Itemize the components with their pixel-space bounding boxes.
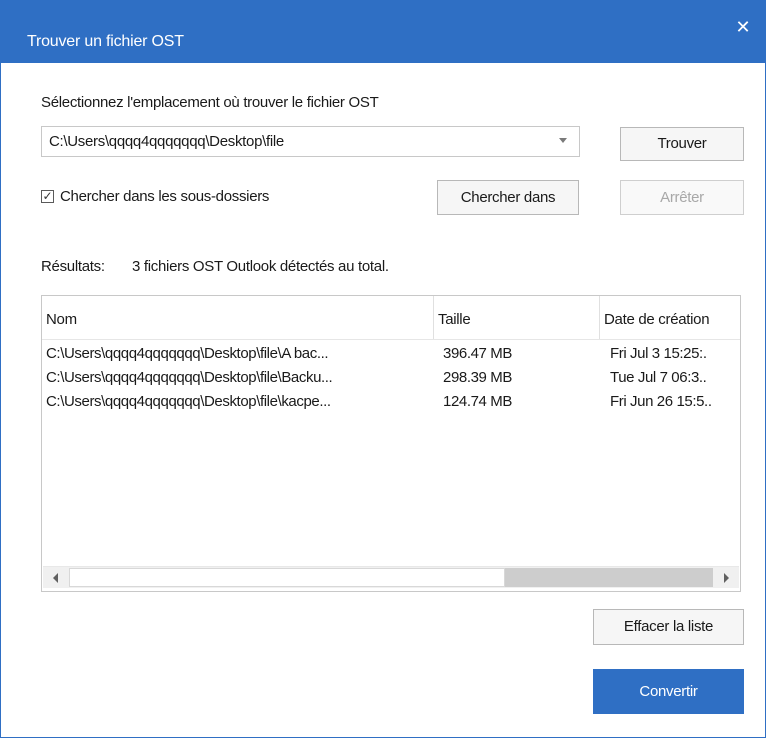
scrollbar-thumb[interactable]: [69, 568, 505, 587]
chevron-down-icon[interactable]: [559, 138, 567, 143]
row-date-cell: Fri Jul 3 15:25:.: [610, 345, 707, 362]
convert-button[interactable]: Convertir: [593, 669, 744, 714]
search-in-button[interactable]: Chercher dans: [437, 180, 579, 215]
column-header-label: Taille: [438, 311, 471, 328]
results-table[interactable]: Nom Taille Date de création C:\Users\qqq…: [41, 295, 741, 592]
row-name-cell: C:\Users\qqqq4qqqqqqq\Desktop\file\Backu…: [46, 369, 333, 386]
subfolders-label: Chercher dans les sous-dossiers: [60, 188, 270, 205]
find-button[interactable]: Trouver: [620, 127, 744, 161]
row-name-cell: C:\Users\qqqq4qqqqqqq\Desktop\file\kacpe…: [46, 393, 331, 410]
clear-list-button[interactable]: Effacer la liste: [593, 609, 744, 645]
scroll-left-icon[interactable]: [53, 573, 58, 583]
column-header-size[interactable]: Taille: [434, 296, 600, 339]
column-header-label: Date de création: [604, 311, 710, 328]
table-header: Nom Taille Date de création: [42, 296, 740, 340]
table-row[interactable]: C:\Users\qqqq4qqqqqqq\Desktop\file\A bac…: [42, 342, 740, 366]
close-icon[interactable]: ✕: [734, 18, 752, 36]
row-date-cell: Tue Jul 7 06:3..: [610, 369, 707, 386]
row-date-cell: Fri Jun 26 15:5..: [610, 393, 712, 410]
column-header-date[interactable]: Date de création: [600, 296, 740, 339]
horizontal-scrollbar[interactable]: [43, 566, 739, 588]
row-name-cell: C:\Users\qqqq4qqqqqqq\Desktop\file\A bac…: [46, 345, 329, 362]
dialog-title: Trouver un fichier OST: [27, 33, 184, 50]
scroll-right-icon[interactable]: [724, 573, 729, 583]
location-path-combobox[interactable]: C:\Users\qqqq4qqqqqqq\Desktop\file: [41, 126, 580, 157]
row-size-cell: 298.39 MB: [443, 369, 512, 386]
results-label: Résultats:: [41, 258, 105, 275]
stop-button[interactable]: Arrêter: [620, 180, 744, 215]
column-header-label: Nom: [46, 311, 77, 328]
find-ost-dialog: Trouver un fichier OST ✕ Sélectionnez l'…: [0, 0, 766, 738]
table-row[interactable]: C:\Users\qqqq4qqqqqqq\Desktop\file\Backu…: [42, 366, 740, 390]
location-path-value: C:\Users\qqqq4qqqqqqq\Desktop\file: [49, 133, 284, 150]
row-size-cell: 396.47 MB: [443, 345, 512, 362]
table-row[interactable]: C:\Users\qqqq4qqqqqqq\Desktop\file\kacpe…: [42, 390, 740, 414]
scrollbar-track[interactable]: [505, 568, 713, 587]
location-prompt: Sélectionnez l'emplacement où trouver le…: [41, 94, 379, 111]
title-bar: Trouver un fichier OST ✕: [1, 0, 766, 63]
results-summary: 3 fichiers OST Outlook détectés au total…: [132, 258, 389, 275]
checkbox-checked-icon[interactable]: ✓: [41, 190, 54, 203]
row-size-cell: 124.74 MB: [443, 393, 512, 410]
column-header-name[interactable]: Nom: [42, 296, 434, 339]
